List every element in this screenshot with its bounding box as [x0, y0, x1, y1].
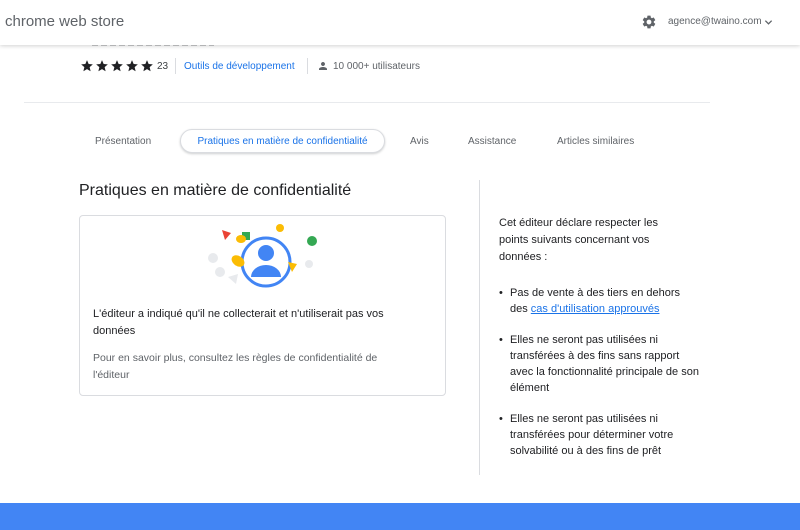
divider	[175, 58, 176, 74]
account-email[interactable]: agence@twaino.com	[668, 16, 762, 27]
chevron-down-icon[interactable]	[764, 18, 773, 27]
publisher-declaration: Cet éditeur déclare respecter les points…	[499, 217, 658, 263]
store-brand[interactable]: chrome web store	[5, 13, 124, 30]
list-item-text: Elles ne seront pas utilisées ni transfé…	[510, 334, 699, 394]
user-icon	[319, 62, 327, 70]
star-icon	[141, 60, 153, 72]
tab-overview[interactable]: Présentation	[95, 136, 151, 147]
top-bar: chrome web store agence@twaino.com	[0, 0, 800, 45]
divider	[24, 102, 710, 103]
category-link[interactable]: Outils de développement	[184, 61, 295, 72]
user-count: 10 000+ utilisateurs	[333, 61, 421, 72]
tab-support[interactable]: Assistance	[468, 136, 516, 147]
rating-count[interactable]: 23	[157, 61, 168, 72]
footer-bar	[0, 503, 800, 530]
gear-icon[interactable]	[641, 14, 657, 30]
privacy-illustration	[208, 224, 317, 288]
star-icon	[96, 60, 108, 72]
section-title: Pratiques en matière de confidentialité	[79, 182, 352, 199]
tab-related[interactable]: Articles similaires	[557, 136, 634, 147]
card-main-text: L'éditeur a indiqué qu'il ne collecterai…	[93, 308, 384, 337]
star-icon	[81, 60, 93, 72]
list-item: Elles ne seront pas utilisées ni transfé…	[499, 411, 699, 459]
vertical-divider	[479, 180, 480, 475]
approved-uses-link[interactable]: cas d'utilisation approuvés	[531, 303, 660, 315]
tab-privacy[interactable]: Pratiques en matière de confidentialité	[180, 129, 385, 153]
card-secondary-text: Pour en savoir plus, consultez les règle…	[93, 352, 378, 381]
list-item: Elles ne seront pas utilisées ni transfé…	[499, 332, 699, 396]
declaration-list: Pas de vente à des tiers en dehors des c…	[499, 285, 699, 474]
divider	[307, 58, 308, 74]
rating-stars	[80, 59, 154, 73]
list-item: Pas de vente à des tiers en dehors des c…	[499, 285, 699, 317]
star-icon	[111, 60, 123, 72]
star-icon	[126, 60, 138, 72]
list-item-text: Elles ne seront pas utilisées ni transfé…	[510, 413, 674, 457]
tab-reviews[interactable]: Avis	[410, 136, 429, 147]
